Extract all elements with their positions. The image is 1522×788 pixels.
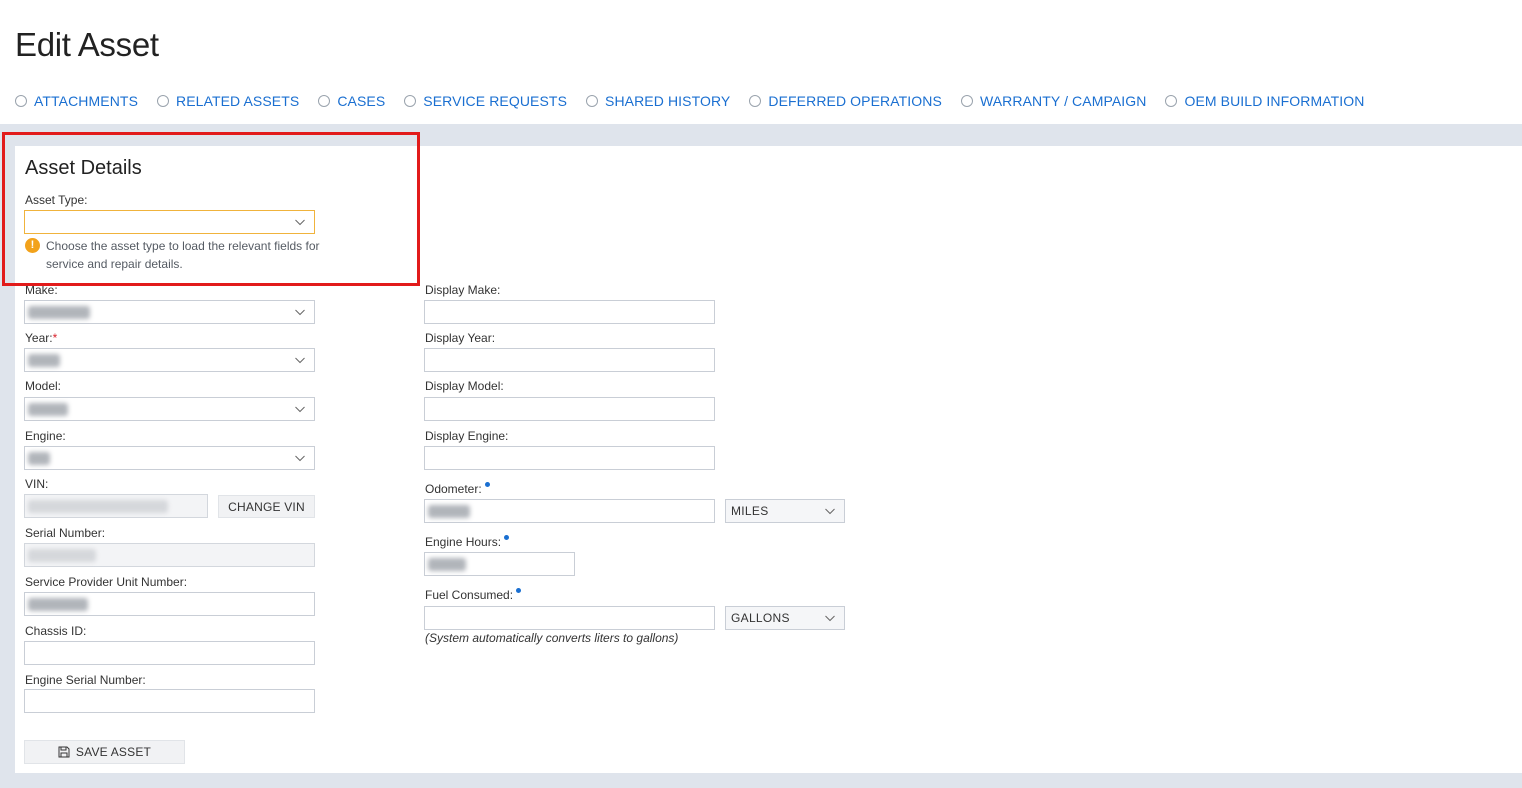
display-year-input[interactable] [424,348,715,372]
redacted-value [28,306,90,319]
redacted-value [428,558,466,571]
engine-label: Engine: [25,429,66,443]
chevron-down-icon [824,505,836,517]
radio-icon[interactable] [960,95,973,107]
year-select[interactable] [24,348,315,372]
display-engine-label: Display Engine: [425,429,509,443]
tab-label[interactable]: DEFERRED OPERATIONS [768,93,942,109]
radio-icon[interactable] [749,95,762,107]
info-dot-icon [504,535,510,540]
redacted-value [28,452,50,465]
vin-field [24,494,208,518]
required-marker: * [52,331,58,345]
year-label-text: Year: [25,331,53,345]
chevron-down-icon [294,306,306,318]
asset-type-label: Asset Type: [25,193,88,207]
save-icon [58,746,70,758]
asset-tabs: ATTACHMENTS RELATED ASSETS CASES SERVICE… [15,92,1383,110]
fuel-consumed-input[interactable] [424,606,715,630]
engine-select[interactable] [24,446,315,470]
year-label: Year:* [25,331,57,345]
redacted-value [28,500,168,513]
tab-label[interactable]: RELATED ASSETS [176,93,299,109]
fuel-unit-select[interactable]: GALLONS [725,606,845,630]
unit-number-label: Service Provider Unit Number: [25,575,188,589]
model-label: Model: [25,379,62,393]
tab-deferred-operations[interactable]: DEFERRED OPERATIONS [749,93,942,109]
make-select[interactable] [24,300,315,324]
tab-shared-history[interactable]: SHARED HISTORY [586,93,730,109]
display-model-input[interactable] [424,397,715,421]
odometer-unit-select[interactable]: MILES [725,499,845,523]
save-asset-button[interactable]: SAVE ASSET [24,740,185,764]
page-title: Edit Asset [15,26,159,63]
chassis-id-label: Chassis ID: [25,624,87,638]
redacted-value [28,598,88,611]
chevron-down-icon [294,216,306,228]
serial-number-label: Serial Number: [25,526,106,540]
chevron-down-icon [294,452,306,464]
engine-hours-input[interactable] [424,552,575,576]
change-vin-button[interactable]: CHANGE VIN [218,495,315,518]
warning-icon: ! [25,238,40,253]
radio-icon[interactable] [586,95,599,107]
odometer-label-text: Odometer: [425,482,482,496]
tab-label[interactable]: ATTACHMENTS [34,93,138,109]
odometer-input[interactable] [424,499,715,523]
fuel-conversion-note: (System automatically converts liters to… [425,631,679,645]
save-asset-label: SAVE ASSET [75,745,152,759]
tab-label[interactable]: CASES [337,93,385,109]
redacted-value [28,354,60,367]
redacted-value [28,549,96,562]
tab-attachments[interactable]: ATTACHMENTS [15,93,138,109]
engine-serial-input[interactable] [24,689,315,713]
display-model-label: Display Model: [425,379,504,393]
chevron-down-icon [294,403,306,415]
serial-number-field [24,543,315,567]
info-dot-icon [484,482,490,487]
tab-label[interactable]: OEM BUILD INFORMATION [1184,93,1364,109]
display-make-label: Display Make: [425,283,501,297]
fuel-consumed-label-text: Fuel Consumed: [425,588,514,602]
odometer-unit-value: MILES [731,504,769,518]
make-label: Make: [25,283,58,297]
tab-related-assets[interactable]: RELATED ASSETS [157,93,299,109]
tab-cases[interactable]: CASES [318,93,385,109]
hint-text: Choose the asset type to load the releva… [46,239,320,271]
model-select[interactable] [24,397,315,421]
asset-type-hint: ! Choose the asset type to load the rele… [25,238,325,273]
display-engine-input[interactable] [424,446,715,470]
fuel-consumed-label: Fuel Consumed: [425,588,522,602]
radio-icon[interactable] [15,95,27,107]
redacted-value [28,403,68,416]
chevron-down-icon [824,612,836,624]
radio-icon[interactable] [157,95,170,107]
radio-icon[interactable] [318,95,331,107]
fuel-unit-value: GALLONS [731,611,790,625]
radio-icon[interactable] [1165,95,1178,107]
radio-icon[interactable] [404,95,417,107]
engine-hours-label-text: Engine Hours: [425,535,502,549]
unit-number-input[interactable] [24,592,315,616]
chevron-down-icon [294,354,306,366]
engine-hours-label: Engine Hours: [425,535,510,549]
tab-oem-build-information[interactable]: OEM BUILD INFORMATION [1165,93,1364,109]
chassis-id-input[interactable] [24,641,315,665]
odometer-label: Odometer: [425,482,490,496]
engine-serial-label: Engine Serial Number: [25,673,146,687]
tab-service-requests[interactable]: SERVICE REQUESTS [404,93,567,109]
info-dot-icon [516,588,522,593]
tab-label[interactable]: WARRANTY / CAMPAIGN [980,93,1147,109]
tab-label[interactable]: SERVICE REQUESTS [423,93,567,109]
tab-warranty-campaign[interactable]: WARRANTY / CAMPAIGN [960,93,1147,109]
display-year-label: Display Year: [425,331,496,345]
tab-label[interactable]: SHARED HISTORY [605,93,730,109]
display-make-input[interactable] [424,300,715,324]
section-title: Asset Details [25,157,142,179]
redacted-value [428,505,470,518]
asset-type-select[interactable] [24,210,315,234]
vin-label: VIN: [25,477,49,491]
